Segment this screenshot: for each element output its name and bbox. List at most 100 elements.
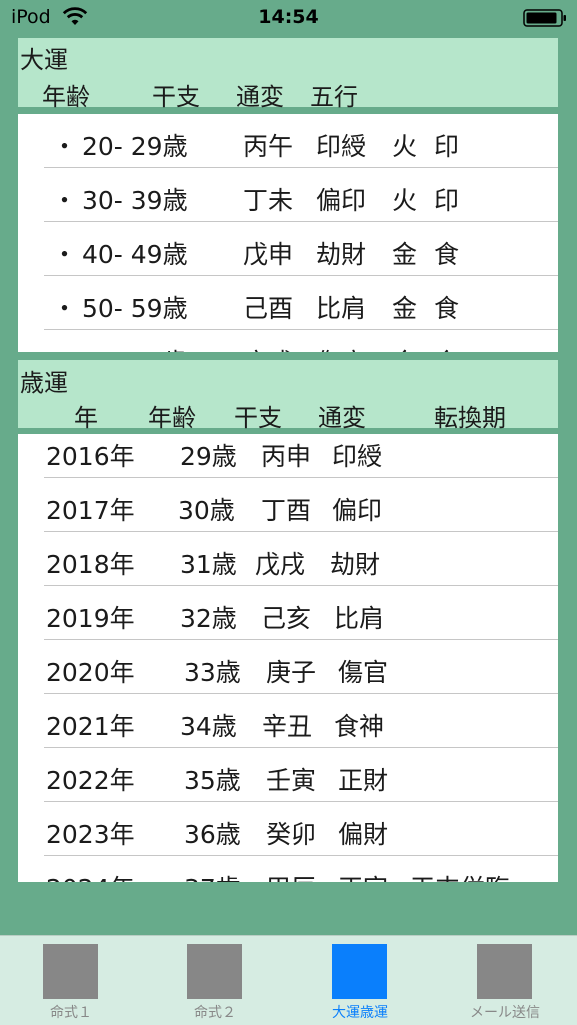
saiun-row[interactable]: 2023年 36歳 癸卯 偏財 bbox=[18, 802, 558, 856]
row-kanshi: 壬寅 bbox=[266, 766, 317, 795]
row-age: 20- 29歳 bbox=[82, 132, 188, 161]
taiun-col-gogyo: 五行 bbox=[310, 83, 358, 111]
row-extra: 印 bbox=[434, 186, 460, 215]
taiun-col-kanshi: 干支 bbox=[152, 83, 200, 111]
saiun-row[interactable]: 2017年 30歳 丁酉 偏印 bbox=[18, 478, 558, 532]
row-tsuhen: 正官 bbox=[338, 869, 388, 882]
saiun-col-turning: 転換期 bbox=[434, 404, 506, 432]
row-kanshi: 丙午 bbox=[243, 132, 294, 161]
row-bullet: ・ bbox=[52, 343, 77, 352]
tab-label: 大運歳運 bbox=[332, 1005, 388, 1021]
taiun-col-tsuhen: 通変 bbox=[236, 83, 284, 111]
row-kanshi: 甲辰 bbox=[266, 869, 316, 882]
row-age: 36歳 bbox=[184, 820, 241, 849]
tab-label: 命式１ bbox=[50, 1005, 92, 1021]
saiun-row[interactable]: 2016年 29歳 丙申 印綬 bbox=[18, 434, 558, 478]
row-tsuhen: 正財 bbox=[338, 766, 389, 795]
tab-mail-send[interactable]: メール送信 bbox=[450, 936, 560, 1025]
tab-taiun-saiun[interactable]: 大運歳運 bbox=[305, 936, 415, 1025]
row-kanshi: 丙申 bbox=[261, 442, 312, 471]
row-gogyo: 金 bbox=[392, 343, 417, 352]
row-year: 2022年 bbox=[46, 766, 135, 795]
saiun-col-tsuhen: 通変 bbox=[318, 404, 366, 432]
saiun-row[interactable]: 2019年 32歳 己亥 比肩 bbox=[18, 586, 558, 640]
row-age: 50- 59歳 bbox=[82, 294, 188, 323]
row-kanshi: 丁酉 bbox=[261, 496, 312, 525]
row-extra: 食 bbox=[434, 294, 460, 323]
row-age: 40- 49歳 bbox=[82, 240, 188, 269]
row-year: 2021年 bbox=[46, 712, 135, 741]
row-year: 2018年 bbox=[46, 550, 135, 579]
row-age: 29歳 bbox=[180, 442, 237, 471]
row-tsuhen: 比肩 bbox=[316, 294, 367, 323]
saiun-list[interactable]: 2016年 29歳 丙申 印綬 2017年 30歳 丁酉 偏印 2018年 31… bbox=[18, 434, 558, 882]
row-year: 2016年 bbox=[46, 442, 135, 471]
row-age: 32歳 bbox=[180, 604, 237, 633]
row-age: 34歳 bbox=[180, 712, 237, 741]
row-kanshi: 己亥 bbox=[261, 604, 312, 633]
battery-icon bbox=[523, 9, 566, 27]
saiun-col-kanshi: 干支 bbox=[234, 404, 282, 432]
status-bar: iPod 14:54 bbox=[0, 0, 577, 38]
taiun-header: 大運 年齢 干支 通変 五行 bbox=[18, 38, 558, 111]
saiun-row[interactable]: 2020年 33歳 庚子 傷官 bbox=[18, 640, 558, 694]
taiun-row[interactable]: ・ 30- 39歳 丁未 偏印 火 印 bbox=[18, 168, 558, 222]
row-year: 2024年 bbox=[46, 869, 135, 882]
row-tsuhen: 印綬 bbox=[332, 442, 383, 471]
tab-bar: 命式１ 命式２ 大運歳運 メール送信 bbox=[0, 935, 577, 1025]
row-gogyo: 金 bbox=[392, 294, 418, 323]
row-tsuhen: 比肩 bbox=[334, 604, 385, 633]
tab-label: メール送信 bbox=[470, 1005, 540, 1021]
row-tsuhen: 偏印 bbox=[332, 496, 383, 525]
row-age: 37歳 bbox=[184, 869, 241, 882]
row-kanshi: 庚子 bbox=[266, 658, 317, 687]
row-kanshi: 己酉 bbox=[243, 294, 294, 323]
row-tsuhen: 印綬 bbox=[316, 132, 367, 161]
row-age: 30歳 bbox=[178, 496, 235, 525]
saiun-title: 歳運 bbox=[20, 369, 68, 397]
taiun-row[interactable]: ・ 50- 59歳 己酉 比肩 金 食 bbox=[18, 276, 558, 330]
row-tsuhen: 偏印 bbox=[316, 186, 367, 215]
row-age: 60- 69歳 bbox=[82, 343, 188, 352]
row-extra: 印 bbox=[434, 132, 460, 161]
row-tsuhen: 偏財 bbox=[338, 820, 389, 849]
saiun-header: 歳運 年 年齢 干支 通変 転換期 bbox=[18, 360, 558, 432]
tab-meishiki-2[interactable]: 命式２ bbox=[160, 936, 270, 1025]
saiun-col-age: 年齢 bbox=[148, 404, 196, 432]
row-tsuhen: 傷官 bbox=[338, 658, 389, 687]
row-note: 干支併臨 bbox=[410, 869, 510, 882]
row-kanshi: 庚戌 bbox=[243, 343, 293, 352]
taiun-col-age: 年齢 bbox=[42, 83, 90, 111]
saiun-row[interactable]: 2022年 35歳 壬寅 正財 bbox=[18, 748, 558, 802]
row-extra: 食 bbox=[434, 343, 459, 352]
row-bullet: ・ bbox=[52, 294, 78, 323]
row-gogyo: 金 bbox=[392, 240, 418, 269]
row-kanshi: 丁未 bbox=[243, 186, 294, 215]
tab-label: 命式２ bbox=[194, 1005, 236, 1021]
row-year: 2019年 bbox=[46, 604, 135, 633]
row-age: 30- 39歳 bbox=[82, 186, 188, 215]
taiun-list[interactable]: ・ 20- 29歳 丙午 印綬 火 印 ・ 30- 39歳 丁未 偏印 火 印 … bbox=[18, 114, 558, 352]
row-bullet: ・ bbox=[52, 132, 78, 161]
row-age: 35歳 bbox=[184, 766, 241, 795]
taiun-row[interactable]: ・ 20- 29歳 丙午 印綬 火 印 bbox=[18, 114, 558, 168]
row-kanshi: 戊申 bbox=[243, 240, 294, 269]
tab-meishiki-1[interactable]: 命式１ bbox=[16, 936, 126, 1025]
status-time: 14:54 bbox=[258, 6, 319, 28]
saiun-row[interactable]: 2018年 31歳 戊戌 劫財 bbox=[18, 532, 558, 586]
row-tsuhen: 食神 bbox=[334, 712, 385, 741]
taiun-row[interactable]: ・ 40- 49歳 戊申 劫財 金 食 bbox=[18, 222, 558, 276]
row-year: 2017年 bbox=[46, 496, 135, 525]
taiun-title: 大運 bbox=[20, 46, 68, 74]
tab-placeholder-icon bbox=[477, 944, 532, 999]
tab-placeholder-icon bbox=[332, 944, 387, 999]
saiun-row[interactable]: 2021年 34歳 辛丑 食神 bbox=[18, 694, 558, 748]
row-gogyo: 火 bbox=[392, 132, 418, 161]
row-gogyo: 火 bbox=[392, 186, 418, 215]
saiun-col-year: 年 bbox=[74, 404, 98, 432]
saiun-row[interactable]: 2024年 37歳 甲辰 正官 干支併臨 bbox=[18, 856, 558, 882]
taiun-row[interactable]: ・ 60- 69歳 庚戌 傷官 金 食 bbox=[18, 330, 558, 352]
row-tsuhen: 劫財 bbox=[330, 550, 381, 579]
row-age: 33歳 bbox=[184, 658, 241, 687]
row-kanshi: 癸卯 bbox=[266, 820, 317, 849]
